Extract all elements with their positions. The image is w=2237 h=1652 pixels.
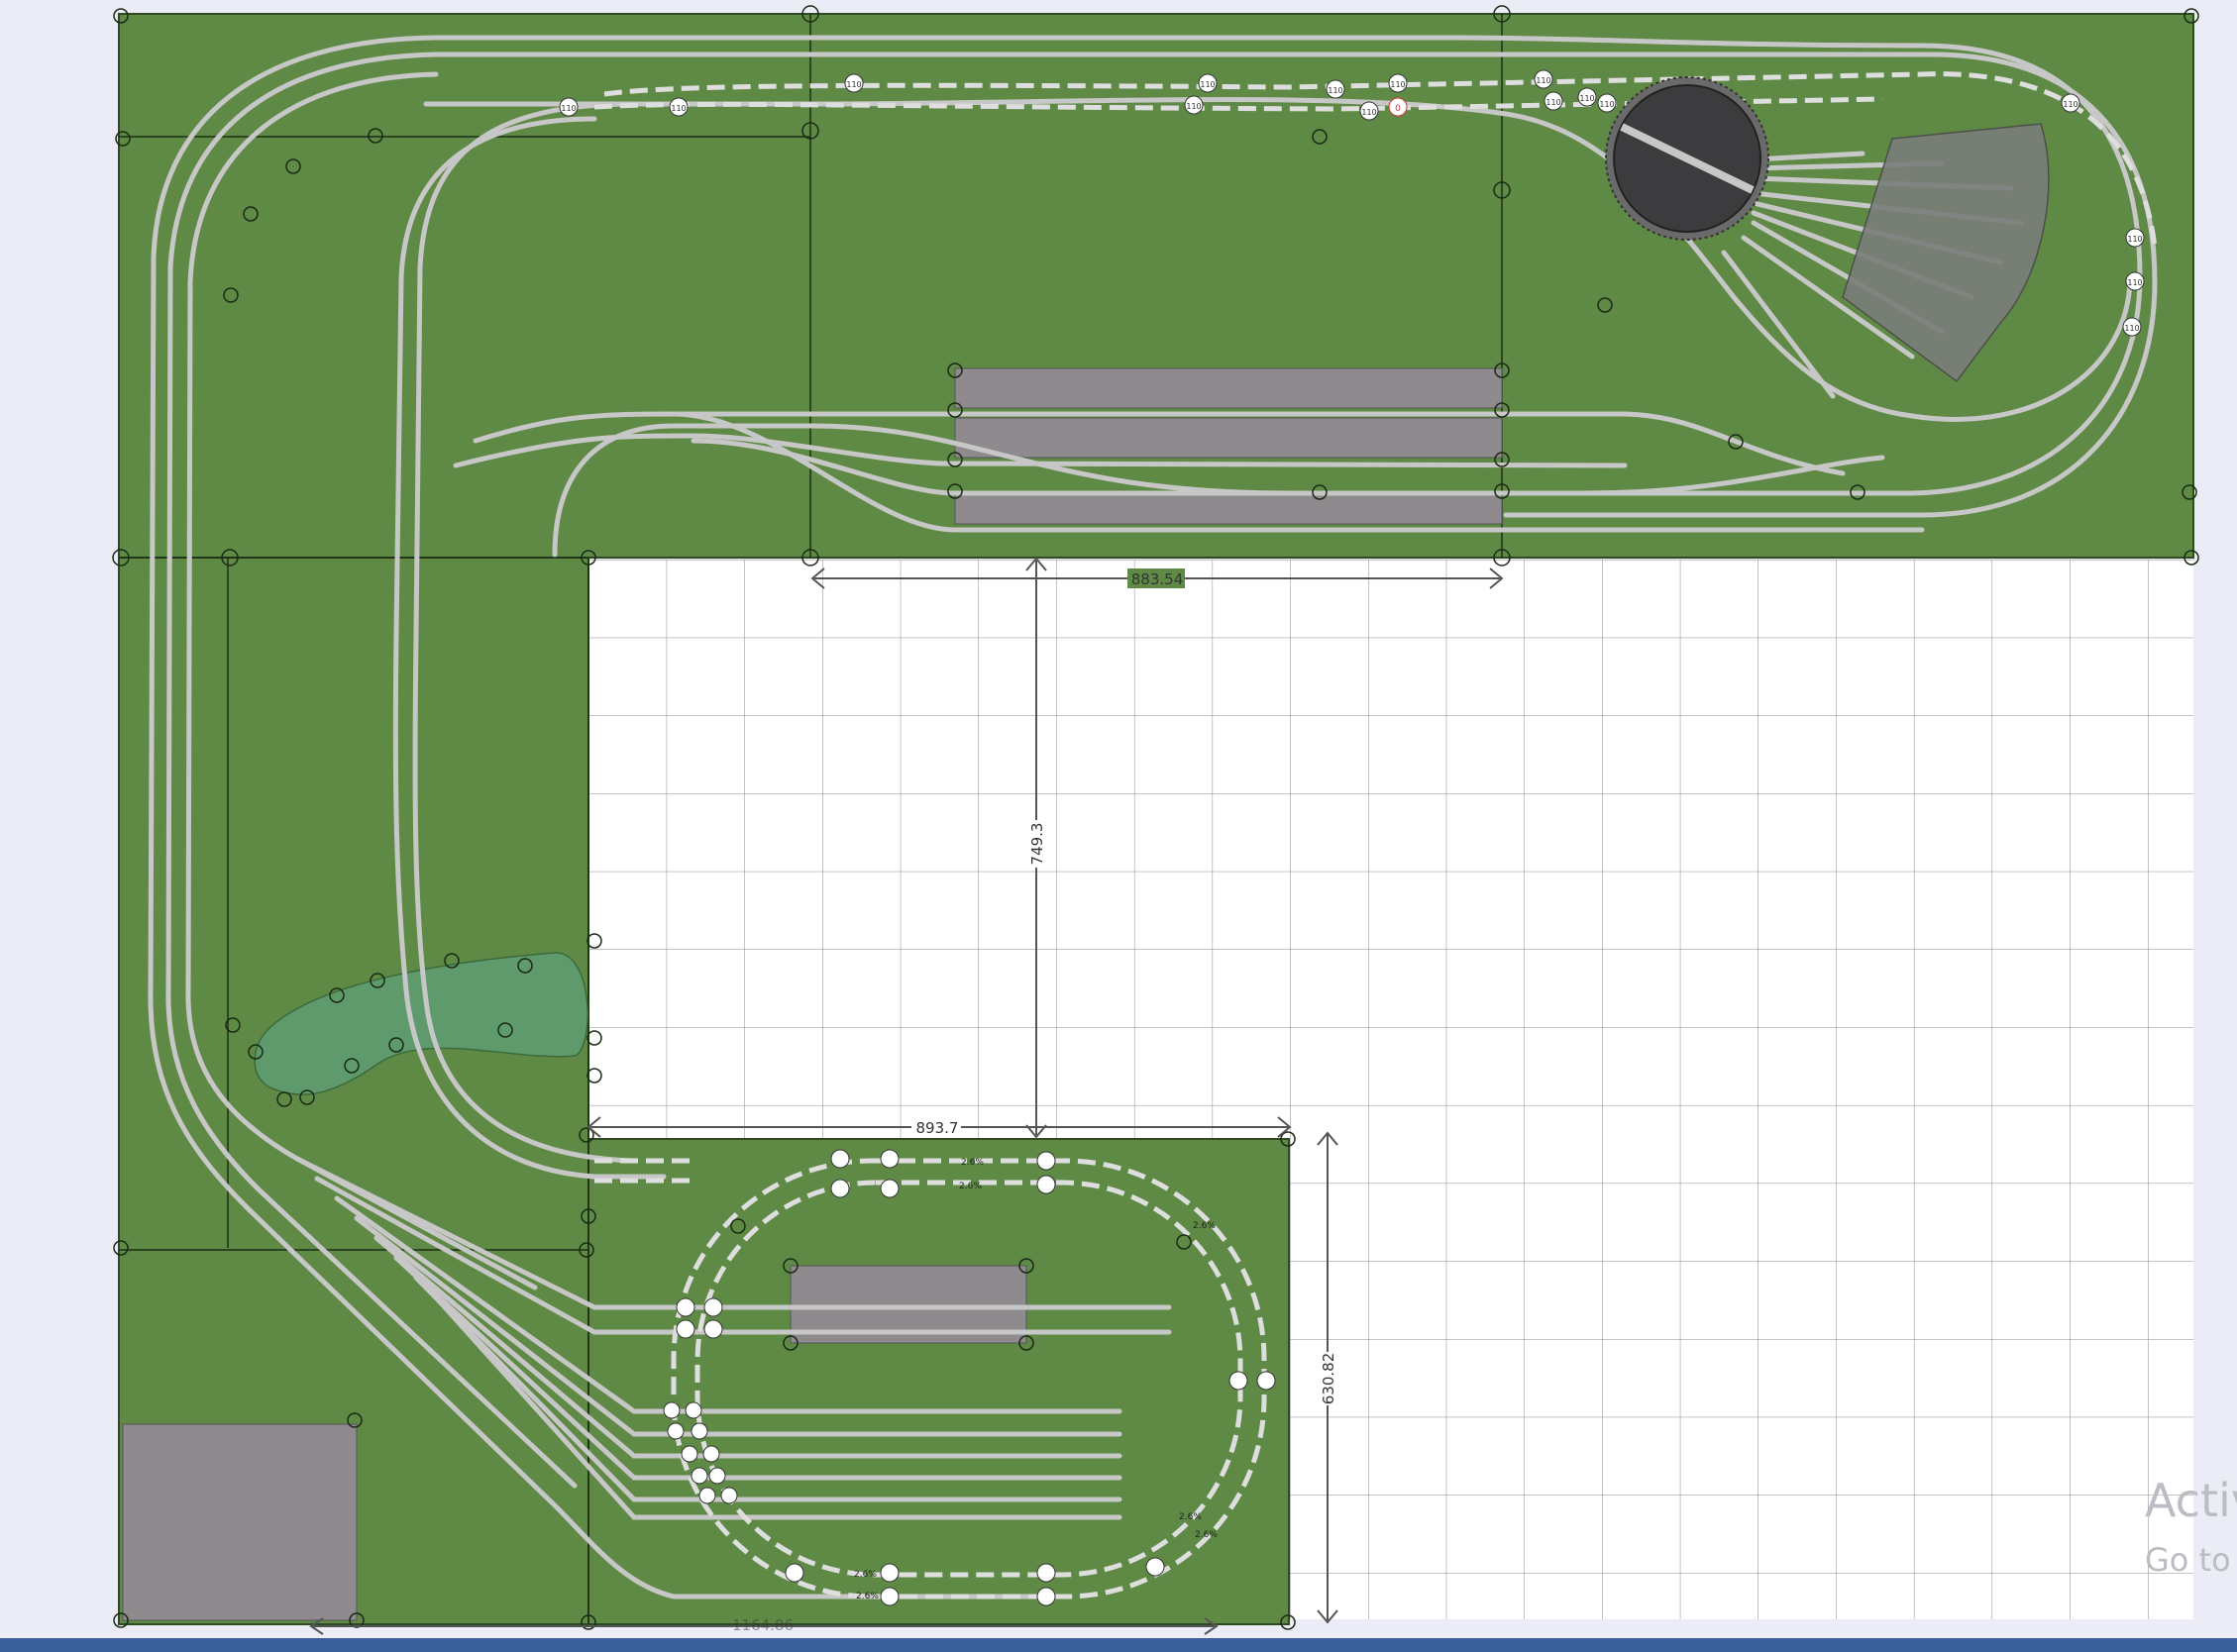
signal-red: 0 — [1388, 97, 1408, 117]
dim-label-bottom-width: 1164.86 — [732, 1616, 794, 1634]
svg-text:2.6%: 2.6% — [856, 1592, 879, 1601]
svg-text:110: 110 — [1200, 80, 1215, 89]
dim-label-lower-width: 893.7 — [916, 1119, 959, 1137]
svg-text:110: 110 — [2127, 278, 2142, 287]
svg-text:2.6%: 2.6% — [959, 1182, 982, 1191]
svg-text:110: 110 — [2127, 235, 2142, 244]
dim-label-inner-height: 749.3 — [1028, 823, 1046, 866]
baseboard-bottom — [587, 1138, 1290, 1625]
watermark-line-2: Go to — [2145, 1541, 2231, 1579]
svg-text:2.6%: 2.6% — [1195, 1530, 1218, 1540]
dim-label-upper-width: 883.54 — [1131, 570, 1184, 588]
svg-text:110: 110 — [1390, 80, 1405, 89]
turntable[interactable] — [1605, 76, 1769, 241]
svg-text:110: 110 — [2063, 100, 2077, 109]
platform-3 — [954, 491, 1503, 525]
svg-text:2.6%: 2.6% — [1193, 1221, 1216, 1231]
svg-text:110: 110 — [1545, 98, 1560, 107]
svg-text:110: 110 — [846, 80, 861, 89]
svg-text:2.6%: 2.6% — [961, 1158, 984, 1168]
layout-canvas[interactable]: 110 110 110 110 110 110 110 110 0 110 11… — [0, 0, 2237, 1652]
svg-text:2.6%: 2.6% — [854, 1570, 877, 1580]
taskbar[interactable] — [0, 1638, 2237, 1652]
platform-2 — [954, 417, 1503, 459]
signal-110: 110 — [844, 73, 864, 93]
watermark-line-1: Activ — [2145, 1474, 2237, 1527]
dim-label-lower-height: 630.82 — [1320, 1353, 1337, 1405]
svg-text:110: 110 — [1599, 100, 1614, 109]
svg-text:110: 110 — [1579, 94, 1594, 103]
svg-text:110: 110 — [1328, 86, 1342, 95]
svg-text:110: 110 — [1186, 102, 1201, 111]
svg-text:110: 110 — [671, 104, 686, 113]
svg-text:0: 0 — [1395, 104, 1401, 114]
building-corner — [122, 1423, 358, 1621]
platform-1 — [954, 367, 1503, 409]
svg-text:2.6%: 2.6% — [1179, 1512, 1202, 1522]
svg-text:110: 110 — [561, 104, 576, 113]
svg-text:110: 110 — [2124, 324, 2139, 333]
svg-text:110: 110 — [1361, 108, 1376, 117]
svg-text:110: 110 — [1536, 76, 1550, 85]
